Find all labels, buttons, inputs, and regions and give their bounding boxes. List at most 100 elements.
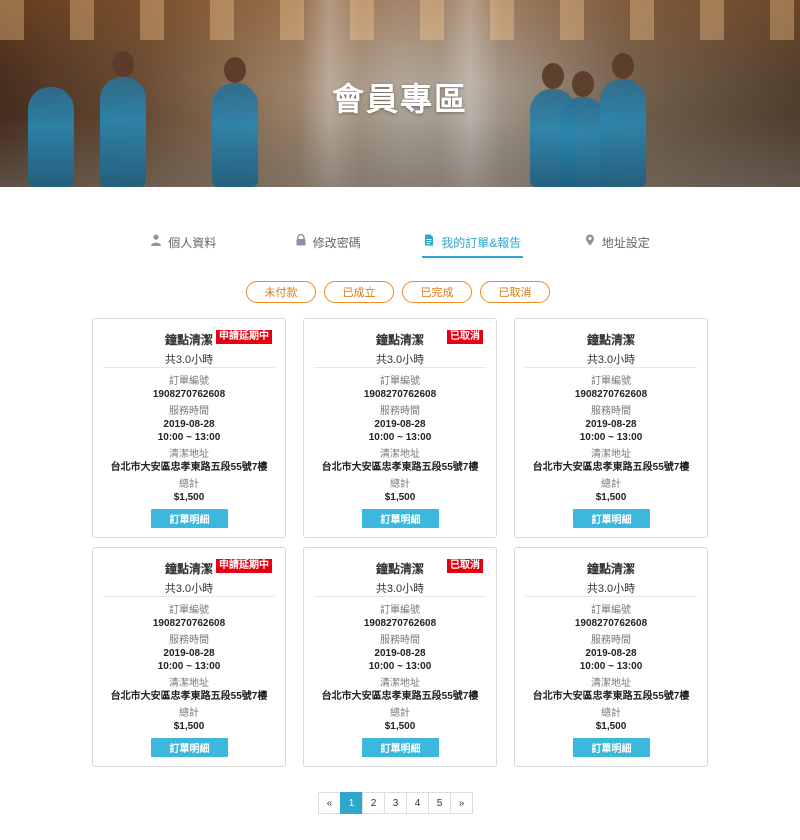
service-time-label: 服務時間	[591, 406, 631, 417]
service-date: 2019-08-28	[585, 419, 637, 430]
service-title: 鐘點清潔	[586, 333, 635, 347]
order-card: 鐘點清潔 共3.0小時 已取消 訂單編號 1908270762608 服務時間 …	[303, 318, 497, 538]
pagination-page-3[interactable]: 3	[384, 792, 407, 814]
order-details-button[interactable]: 訂單明細	[362, 509, 439, 528]
service-time-label: 服務時間	[169, 635, 209, 646]
address-label: 清潔地址	[380, 449, 420, 460]
order-number-label: 訂單編號	[169, 376, 209, 387]
order-number: 1908270762608	[152, 389, 226, 400]
order-card: 鐘點清潔 共3.0小時 申請延期中 訂單編號 1908270762608 服務時…	[92, 318, 286, 538]
pagination-prev-button[interactable]: «	[318, 792, 341, 814]
service-time-label: 服務時間	[380, 406, 420, 417]
order-details-button[interactable]: 訂單明細	[362, 738, 439, 757]
total-label: 總計	[179, 708, 199, 719]
cleaning-address: 台北市大安區忠孝東路五段55號7樓	[532, 462, 690, 473]
order-card-body: 訂單編號 1908270762608 服務時間 2019-08-28 10:00…	[515, 368, 707, 504]
cleaning-address: 台北市大安區忠孝東路五段55號7樓	[110, 691, 268, 702]
service-hours: 共3.0小時	[586, 354, 636, 366]
address-label: 清潔地址	[169, 678, 209, 689]
total-label: 總計	[601, 708, 621, 719]
pagination-next-button[interactable]: »	[450, 792, 473, 814]
order-card-header: 鐘點清潔 共3.0小時 申請延期中	[93, 319, 285, 367]
tab-my-orders-reports[interactable]: 我的訂單&報告	[400, 228, 545, 260]
service-date: 2019-08-28	[163, 419, 215, 430]
map-pin-icon	[585, 234, 594, 246]
total-label: 總計	[390, 479, 410, 490]
total-amount: $1,500	[595, 721, 627, 732]
order-number-label: 訂單編號	[591, 605, 631, 616]
hero-background-lights	[0, 0, 800, 40]
cleaning-address: 台北市大安區忠孝東路五段55號7樓	[110, 462, 268, 473]
cleaning-address: 台北市大安區忠孝東路五段55號7樓	[321, 691, 479, 702]
user-icon	[151, 234, 162, 246]
tab-address-settings[interactable]: 地址設定	[545, 228, 690, 260]
order-details-button[interactable]: 訂單明細	[151, 509, 228, 528]
address-label: 清潔地址	[169, 449, 209, 460]
status-badge: 已取消	[447, 559, 483, 573]
tab-change-password[interactable]: 修改密碼	[256, 228, 401, 260]
member-tabs: 個人資料 修改密碼 我的訂單&報告 地址設定	[111, 228, 689, 260]
order-number-label: 訂單編號	[169, 605, 209, 616]
service-title: 鐘點清潔	[586, 562, 635, 576]
service-hours: 共3.0小時	[375, 583, 425, 595]
order-card-header: 鐘點清潔 共3.0小時 已取消	[304, 548, 496, 596]
order-details-button[interactable]: 訂單明細	[573, 509, 650, 528]
order-number-label: 訂單編號	[380, 376, 420, 387]
pagination-page-4[interactable]: 4	[406, 792, 429, 814]
filter-established-button[interactable]: 已成立	[324, 281, 394, 303]
order-details-button[interactable]: 訂單明細	[151, 738, 228, 757]
service-hours: 共3.0小時	[586, 583, 636, 595]
filter-completed-button[interactable]: 已完成	[402, 281, 472, 303]
order-card: 鐘點清潔 共3.0小時 已取消 訂單編號 1908270762608 服務時間 …	[303, 547, 497, 767]
order-card-grid: 鐘點清潔 共3.0小時 申請延期中 訂單編號 1908270762608 服務時…	[92, 318, 709, 767]
order-number: 1908270762608	[363, 618, 437, 629]
service-time: 10:00 ~ 13:00	[368, 661, 432, 672]
pagination-page-1[interactable]: 1	[340, 792, 363, 814]
order-number-label: 訂單編號	[591, 376, 631, 387]
order-card-body: 訂單編號 1908270762608 服務時間 2019-08-28 10:00…	[304, 597, 496, 733]
address-label: 清潔地址	[591, 678, 631, 689]
order-details-button[interactable]: 訂單明細	[573, 738, 650, 757]
address-label: 清潔地址	[380, 678, 420, 689]
service-time: 10:00 ~ 13:00	[157, 432, 221, 443]
total-label: 總計	[601, 479, 621, 490]
filter-unpaid-button[interactable]: 未付款	[246, 281, 316, 303]
address-label: 清潔地址	[591, 449, 631, 460]
pagination-page-5[interactable]: 5	[428, 792, 451, 814]
total-amount: $1,500	[595, 492, 627, 503]
service-date: 2019-08-28	[374, 419, 426, 430]
tab-label: 個人資料	[168, 236, 217, 250]
document-icon	[425, 234, 434, 246]
order-status-filters: 未付款 已成立 已完成 已取消	[246, 281, 550, 303]
order-card-body: 訂單編號 1908270762608 服務時間 2019-08-28 10:00…	[304, 368, 496, 504]
pagination-page-2[interactable]: 2	[362, 792, 385, 814]
hero-banner: 會員專區	[0, 0, 800, 187]
cleaning-address: 台北市大安區忠孝東路五段55號7樓	[321, 462, 479, 473]
pagination: « 1 2 3 4 5 »	[318, 792, 473, 814]
order-card: 鐘點清潔 共3.0小時 申請延期中 訂單編號 1908270762608 服務時…	[92, 547, 286, 767]
total-amount: $1,500	[384, 492, 416, 503]
total-label: 總計	[179, 479, 199, 490]
service-time: 10:00 ~ 13:00	[368, 432, 432, 443]
service-date: 2019-08-28	[585, 648, 637, 659]
order-number: 1908270762608	[152, 618, 226, 629]
status-badge: 申請延期中	[216, 330, 272, 344]
order-number-label: 訂單編號	[380, 605, 420, 616]
total-amount: $1,500	[384, 721, 416, 732]
tab-profile[interactable]: 個人資料	[111, 228, 256, 260]
lock-icon	[296, 234, 306, 246]
total-amount: $1,500	[173, 721, 205, 732]
total-label: 總計	[390, 708, 410, 719]
service-time: 10:00 ~ 13:00	[579, 432, 643, 443]
filter-cancelled-button[interactable]: 已取消	[480, 281, 550, 303]
service-date: 2019-08-28	[163, 648, 215, 659]
status-badge: 已取消	[447, 330, 483, 344]
service-time: 10:00 ~ 13:00	[579, 661, 643, 672]
order-card-header: 鐘點清潔 共3.0小時	[515, 548, 707, 596]
tab-label: 我的訂單&報告	[441, 236, 522, 250]
order-card-header: 鐘點清潔 共3.0小時 申請延期中	[93, 548, 285, 596]
order-card-body: 訂單編號 1908270762608 服務時間 2019-08-28 10:00…	[93, 597, 285, 733]
service-hours: 共3.0小時	[375, 354, 425, 366]
status-badge: 申請延期中	[216, 559, 272, 573]
page-title: 會員專區	[331, 81, 468, 117]
